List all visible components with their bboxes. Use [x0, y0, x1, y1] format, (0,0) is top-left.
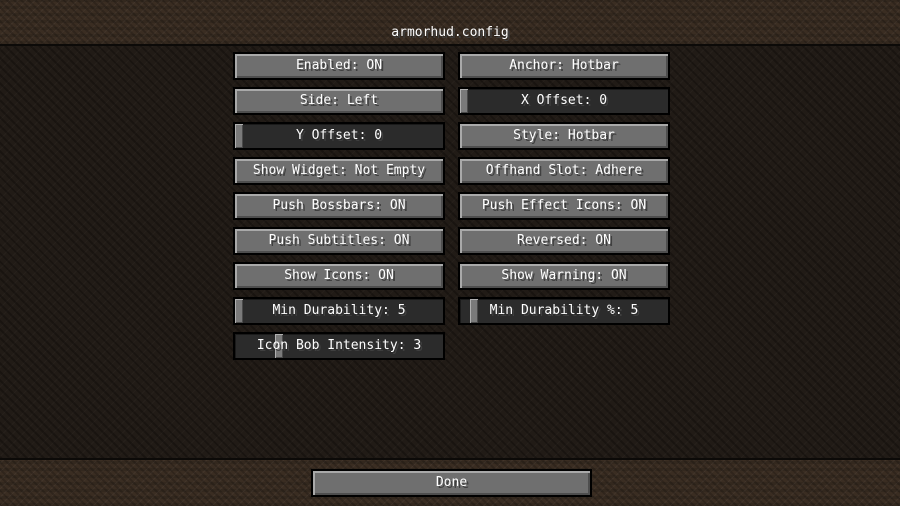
x-offset-slider[interactable]: X Offset: 0	[458, 87, 670, 115]
min-durability-label: Min Durability: 5	[272, 303, 406, 318]
icon-bob-intensity-slider[interactable]: Icon Bob Intensity: 3	[233, 332, 445, 360]
show-warning-button[interactable]: Show Warning: ON	[458, 262, 670, 290]
push-bossbars-button[interactable]: Push Bossbars: ON	[233, 192, 445, 220]
show-icons-button[interactable]: Show Icons: ON	[233, 262, 445, 290]
min-durability-x-label: Min Durability %: 5	[489, 303, 639, 318]
min-durability-x-slider[interactable]: Min Durability %: 5	[458, 297, 670, 325]
reversed-button[interactable]: Reversed: ON	[458, 227, 670, 255]
enabled-button[interactable]: Enabled: ON	[233, 52, 445, 80]
show-widget-button[interactable]: Show Widget: Not Empty	[233, 157, 445, 185]
offhand-slot-button[interactable]: Offhand Slot: Adhere	[458, 157, 670, 185]
x-offset-slider-handle[interactable]	[460, 89, 468, 113]
options-list[interactable]	[0, 46, 900, 458]
min-durability-slider-handle[interactable]	[235, 299, 243, 323]
screen-title: armorhud.config	[391, 25, 509, 40]
y-offset-slider[interactable]: Y Offset: 0	[233, 122, 445, 150]
side-button[interactable]: Side: Left	[233, 87, 445, 115]
style-button[interactable]: Style: Hotbar	[458, 122, 670, 150]
push-subtitles-button[interactable]: Push Subtitles: ON	[233, 227, 445, 255]
y-offset-slider-handle[interactable]	[235, 124, 243, 148]
icon-bob-intensity-label: Icon Bob Intensity: 3	[256, 338, 422, 353]
x-offset-label: X Offset: 0	[520, 93, 608, 108]
y-offset-label: Y Offset: 0	[295, 128, 383, 143]
min-durability-slider[interactable]: Min Durability: 5	[233, 297, 445, 325]
push-effect-icons-button[interactable]: Push Effect Icons: ON	[458, 192, 670, 220]
anchor-button[interactable]: Anchor: Hotbar	[458, 52, 670, 80]
done-button[interactable]: Done	[311, 469, 592, 497]
min-durability-x-slider-handle[interactable]	[470, 299, 478, 323]
